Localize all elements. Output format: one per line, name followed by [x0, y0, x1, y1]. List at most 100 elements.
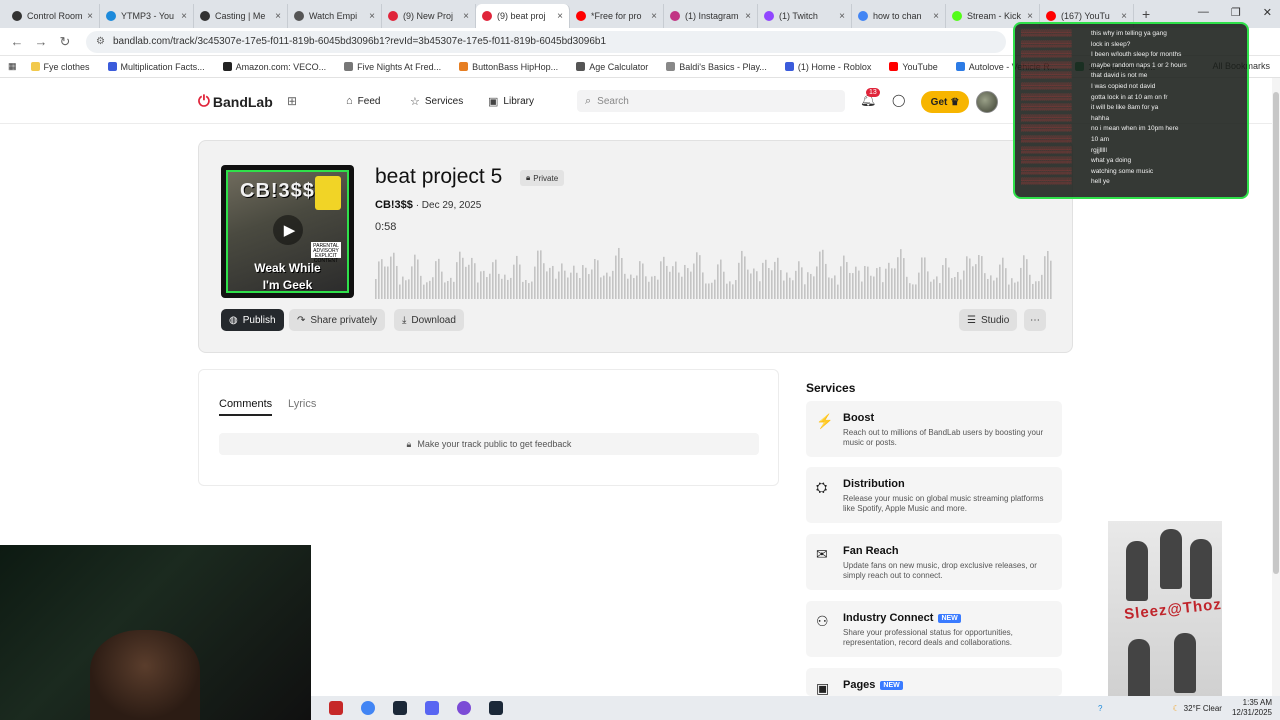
- tab-close-icon[interactable]: ×: [839, 11, 845, 22]
- waveform-bar: [435, 261, 437, 299]
- studio-button[interactable]: ☰ Studio: [959, 309, 1018, 331]
- download-button[interactable]: ⤓ Download: [394, 309, 464, 331]
- nav-library[interactable]: ▣ Library: [488, 95, 534, 108]
- browser-tab[interactable]: how to chan ×: [852, 4, 946, 28]
- browser-tab[interactable]: (1) Instagram ×: [664, 4, 758, 28]
- browser-tab[interactable]: YTMP3 - You ×: [100, 4, 194, 28]
- nav-services[interactable]: ☆ Services: [410, 95, 463, 108]
- track-cover-art[interactable]: CB!3$$ PARENTAL ADVISORY EXPLICIT CONTEN…: [221, 165, 354, 298]
- bookmark-item[interactable]: (1) Home - Roblox: [784, 62, 871, 72]
- chat-text: hahha: [1091, 114, 1110, 122]
- browser-tab[interactable]: (1) Twitch ×: [758, 4, 852, 28]
- waveform-bar: [906, 276, 908, 299]
- tab-close-icon[interactable]: ×: [181, 11, 187, 22]
- bookmark-item[interactable]: Amazon.com: VECO...: [222, 62, 326, 72]
- messages-icon[interactable]: ◯: [892, 93, 905, 107]
- waveform-bar: [564, 270, 566, 299]
- new-tab-icon[interactable]: +: [1142, 6, 1150, 22]
- browser-tab[interactable]: *Free for pro ×: [570, 4, 664, 28]
- waveform-bar: [855, 266, 857, 299]
- browser-tab[interactable]: Watch Empi ×: [288, 4, 382, 28]
- steam-icon-2[interactable]: [489, 701, 503, 715]
- get-membership-button[interactable]: Get ♛: [921, 91, 969, 113]
- tab-comments[interactable]: Comments: [219, 398, 273, 416]
- tab-close-icon[interactable]: ×: [745, 11, 751, 22]
- nav-feed-label: Feed: [357, 95, 381, 107]
- scrollbar-thumb[interactable]: [1273, 92, 1279, 574]
- restore-icon[interactable]: ❐: [1231, 6, 1241, 19]
- tab-close-icon[interactable]: ×: [1121, 11, 1127, 22]
- waveform-bar: [939, 283, 941, 299]
- tab-close-icon[interactable]: ×: [557, 11, 563, 22]
- chat-message: ▒▒▒▒▒▒▒▒▒▒▒ maybe random naps 1 or 2 hour…: [1021, 61, 1241, 72]
- waveform-bar: [378, 261, 380, 299]
- waveform-bar: [486, 277, 488, 299]
- bookmark-item[interactable]: Age Calculator: [576, 62, 648, 72]
- apps-grid-icon[interactable]: ⊞: [287, 94, 297, 108]
- bandlab-logo[interactable]: ⏻ BandLab: [198, 93, 273, 110]
- grid-app-icon[interactable]: [425, 701, 439, 715]
- minimize-icon[interactable]: —: [1198, 6, 1209, 19]
- waveform-bar: [870, 275, 872, 299]
- tab-close-icon[interactable]: ×: [463, 11, 469, 22]
- nav-services-label: Services: [424, 96, 464, 107]
- url-input[interactable]: ⚙ bandlab.com/track/3c45307e-17e5-f011-8…: [86, 30, 1006, 53]
- bookmark-item[interactable]: Five Nights At Fred...: [344, 62, 441, 72]
- close-window-icon[interactable]: ✕: [1263, 6, 1272, 19]
- bookmark-item[interactable]: Multiplication Facts...: [107, 62, 205, 72]
- search-input[interactable]: ⌕ Search: [577, 90, 845, 112]
- play-icon[interactable]: ▶: [273, 215, 303, 245]
- forward-icon[interactable]: →: [32, 34, 50, 49]
- nav-feed[interactable]: ⌂ Feed: [346, 95, 380, 107]
- more-options-button[interactable]: ⋯: [1024, 309, 1046, 331]
- bookmark-item[interactable]: ButtonBass HipHop...: [459, 62, 558, 72]
- lock-icon: 🔒︎: [526, 173, 531, 182]
- tab-close-icon[interactable]: ×: [87, 11, 93, 22]
- service-card[interactable]: ▣ Pages NEW: [806, 668, 1062, 696]
- browser-tab[interactable]: Control Room ×: [6, 4, 100, 28]
- artist-name[interactable]: CB!3$$: [375, 199, 413, 211]
- waveform-bar: [426, 282, 428, 299]
- bookmark-item[interactable]: Fye clothes: [30, 62, 90, 72]
- browser-tab[interactable]: (9) New Proj ×: [382, 4, 476, 28]
- discord-icon[interactable]: [457, 701, 471, 715]
- publish-button[interactable]: ◍ Publish: [221, 309, 284, 331]
- share-privately-button[interactable]: ↷ Share privately: [289, 309, 386, 331]
- tab-lyrics[interactable]: Lyrics: [288, 398, 316, 410]
- waveform-bar: [720, 259, 722, 299]
- site-settings-icon[interactable]: ⚙: [96, 36, 105, 47]
- tab-close-icon[interactable]: ×: [275, 11, 281, 22]
- taskbar-app-icon[interactable]: [329, 701, 343, 715]
- service-card[interactable]: ⚇ Industry Connect NEW Share your professio…: [806, 601, 1062, 657]
- tab-close-icon[interactable]: ×: [651, 11, 657, 22]
- help-icon[interactable]: ?: [1098, 704, 1102, 713]
- clock[interactable]: 1:35 AM 12/31/2025: [1232, 698, 1272, 718]
- browser-tab[interactable]: Casting | Me ×: [194, 4, 288, 28]
- apps-grid-icon[interactable]: ▦: [8, 61, 17, 72]
- waveform-bar: [1044, 256, 1046, 299]
- service-card[interactable]: ✉ Fan Reach Update fans on new music, drop…: [806, 534, 1062, 590]
- waveform-bar: [936, 276, 938, 299]
- service-card[interactable]: ⚡ Boost Reach out to millions of BandLab u…: [806, 401, 1062, 457]
- tab-close-icon[interactable]: ×: [1027, 11, 1033, 22]
- waveform-bar: [645, 276, 647, 299]
- bookmark-item[interactable]: Baldi's Basics - Play...: [666, 62, 767, 72]
- service-card[interactable]: ⛭ Distribution Release your music on globa…: [806, 467, 1062, 523]
- bookmark-item[interactable]: YouTube: [889, 62, 938, 72]
- bookmark-label: ButtonBass HipHop...: [472, 61, 559, 72]
- waveform-bar: [837, 284, 839, 299]
- waveform-bar: [582, 265, 584, 299]
- chat-username-redacted: ▒▒▒▒▒▒▒▒▒▒▒: [1021, 114, 1072, 122]
- weather-text[interactable]: 32°F Clear: [1184, 704, 1222, 713]
- user-avatar[interactable]: [976, 91, 998, 113]
- chrome-icon[interactable]: [361, 701, 375, 715]
- tab-close-icon[interactable]: ×: [369, 11, 375, 22]
- browser-tab[interactable]: (9) beat proj ×: [476, 4, 570, 28]
- bookmark-label: Baldi's Basics - Play...: [679, 61, 767, 72]
- reload-icon[interactable]: ↻: [56, 34, 74, 50]
- chat-username-redacted: ▒▒▒▒▒▒▒▒▒▒▒: [1021, 167, 1072, 175]
- tab-close-icon[interactable]: ×: [933, 11, 939, 22]
- steam-icon[interactable]: [393, 701, 407, 715]
- waveform[interactable]: [375, 239, 1053, 299]
- back-icon[interactable]: ←: [8, 34, 26, 49]
